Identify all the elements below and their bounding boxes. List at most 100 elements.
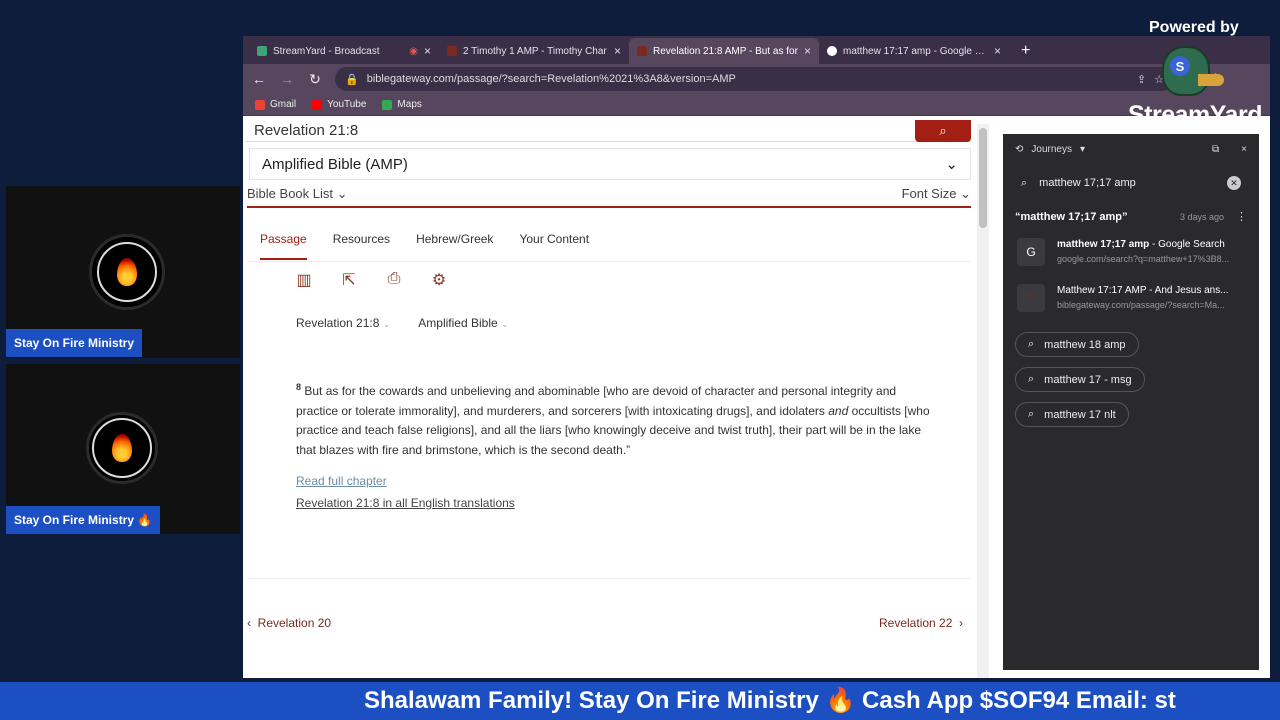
web-page: Revelation 21:8 ⌕ Amplified Bible (AMP) … xyxy=(243,116,989,678)
settings-icon[interactable]: ⚙ xyxy=(430,270,448,290)
related-search-chip[interactable]: ⌕ matthew 17 - msg xyxy=(1015,367,1145,392)
chevron-down-icon[interactable]: ▾ xyxy=(1080,144,1204,155)
close-icon[interactable]: × xyxy=(1241,144,1247,155)
avatar xyxy=(86,412,158,484)
back-icon[interactable]: ← xyxy=(251,71,267,87)
tab-title: Revelation 21:8 AMP - But as for xyxy=(653,45,798,57)
tab-revelation[interactable]: Revelation 21:8 AMP - But as for × xyxy=(629,38,819,64)
bookmark-label: Maps xyxy=(397,99,422,110)
version-select[interactable]: Amplified Bible (AMP) ⌄ xyxy=(249,148,971,180)
reference-bar: Revelation 21:8 ⌄ Amplified Bible ⌄ xyxy=(296,316,509,330)
tab-resources[interactable]: Resources xyxy=(333,218,390,260)
passage-search: Revelation 21:8 ⌕ xyxy=(245,119,971,142)
chip-label: matthew 17 - msg xyxy=(1044,373,1132,386)
verse-text: 8 But as for the cowards and unbelieving… xyxy=(296,378,936,460)
reference-version[interactable]: Amplified Bible ⌄ xyxy=(418,316,508,330)
clear-icon[interactable]: ✕ xyxy=(1227,176,1241,190)
chevron-down-icon: ⌄ xyxy=(945,156,958,173)
prev-chapter-link[interactable]: ‹ Revelation 20 xyxy=(247,616,331,630)
tab-title: matthew 17:17 amp - Google Sea xyxy=(843,45,988,57)
chevron-down-icon: ⌄ xyxy=(382,319,391,329)
font-size-button[interactable]: Font Size ⌄ xyxy=(902,186,971,202)
participant-name: Stay On Fire Ministry xyxy=(6,329,143,357)
verse-number: 8 xyxy=(296,382,302,392)
tab-title: StreamYard - Broadcast xyxy=(273,45,380,57)
close-icon[interactable]: × xyxy=(424,44,431,58)
new-tab-button[interactable]: + xyxy=(1021,42,1030,64)
search-button[interactable]: ⌕ xyxy=(915,119,971,142)
journey-search[interactable]: ⌕ matthew 17;17 amp ✕ xyxy=(1013,170,1249,196)
search-icon: ⌕ xyxy=(939,122,947,138)
reference-version-label: Amplified Bible xyxy=(418,316,498,330)
verse-italic: and xyxy=(828,403,849,418)
reference-passage-label: Revelation 21:8 xyxy=(296,316,380,330)
chip-label: matthew 18 amp xyxy=(1044,338,1126,351)
related-search-chip[interactable]: ⌕ matthew 17 nlt xyxy=(1015,402,1129,427)
flame-logo-icon xyxy=(112,434,132,462)
prev-chapter-label: Revelation 20 xyxy=(257,616,332,630)
bookmarks-bar: Gmail YouTube Maps xyxy=(243,94,1270,116)
journey-search-input[interactable]: matthew 17;17 amp xyxy=(1039,177,1215,189)
biblegateway-icon xyxy=(447,46,457,56)
chip-label: matthew 17 nlt xyxy=(1044,408,1116,421)
close-icon[interactable]: × xyxy=(994,44,1001,58)
bookmark-maps[interactable]: Maps xyxy=(382,99,422,110)
panel-header: ⟲ Journeys ▾ ⧉ × xyxy=(1003,134,1259,164)
avatar xyxy=(89,234,165,310)
gmail-icon xyxy=(255,99,265,110)
tab-your-content[interactable]: Your Content xyxy=(519,218,589,260)
participant-tile: Stay On Fire Ministry 🔥 xyxy=(6,364,240,534)
search-icon: ⌕ xyxy=(1028,373,1035,385)
google-icon xyxy=(827,46,837,56)
tab-title: 2 Timothy 1 AMP - Timothy Char xyxy=(463,45,607,57)
share-icon[interactable]: ⇪ xyxy=(1137,73,1146,86)
bookmark-label: Gmail xyxy=(270,99,297,110)
search-icon: ⌕ xyxy=(1028,408,1035,420)
journey-result[interactable]: G matthew 17;17 amp - Google Search goog… xyxy=(1003,229,1259,275)
open-in-new-icon[interactable]: ⧉ xyxy=(1212,144,1219,155)
all-translations-link[interactable]: Revelation 21:8 in all English translati… xyxy=(296,496,515,510)
page-scrollbar[interactable] xyxy=(977,124,989,678)
next-chapter-link[interactable]: Revelation 22 › xyxy=(879,616,963,630)
passage-search-input[interactable]: Revelation 21:8 xyxy=(245,122,915,139)
tab-google[interactable]: matthew 17:17 amp - Google Sea × xyxy=(819,38,1009,64)
result-title-rest: - Google Search xyxy=(1149,239,1225,250)
close-icon[interactable]: × xyxy=(804,44,811,58)
tab-hebrew-greek[interactable]: Hebrew/Greek xyxy=(416,218,493,260)
share-icon[interactable]: ⇱ xyxy=(340,270,358,290)
reload-icon[interactable]: ↻ xyxy=(307,71,323,88)
biblegateway-icon xyxy=(637,46,647,56)
bookmark-gmail[interactable]: Gmail xyxy=(255,99,296,110)
divider xyxy=(247,578,971,579)
biblegateway-icon: ◠ xyxy=(1017,284,1045,312)
browser-toolbar: ← → ↻ 🔒 biblegateway.com/passage/?search… xyxy=(243,64,1270,94)
journey-time: 3 days ago xyxy=(1179,211,1224,222)
maps-icon xyxy=(382,99,393,110)
panel-title[interactable]: Journeys xyxy=(1031,144,1072,155)
related-search-chip[interactable]: ⌕ matthew 18 amp xyxy=(1015,332,1139,357)
streamyard-wordmark: StreamYard xyxy=(1128,101,1262,129)
tab-streamyard[interactable]: StreamYard - Broadcast ◉ × xyxy=(249,38,439,64)
tab-passage[interactable]: Passage xyxy=(260,218,307,260)
address-bar[interactable]: 🔒 biblegateway.com/passage/?search=Revel… xyxy=(335,67,1175,91)
journeys-panel: ⟲ Journeys ▾ ⧉ × ⌕ matthew 17;17 amp ✕ “… xyxy=(1003,134,1259,670)
read-full-chapter-link[interactable]: Read full chapter xyxy=(296,474,387,488)
streamyard-icon xyxy=(257,46,267,56)
reference-passage[interactable]: Revelation 21:8 ⌄ xyxy=(296,316,390,330)
recording-icon: ◉ xyxy=(409,45,418,57)
parallel-icon[interactable]: ▥ xyxy=(295,270,313,290)
print-icon[interactable]: ⎙ xyxy=(385,270,403,290)
participant-name: Stay On Fire Ministry 🔥 xyxy=(6,506,161,534)
journey-result[interactable]: ◠ Matthew 17:17 AMP - And Jesus ans... b… xyxy=(1003,275,1259,321)
passage-tabs: Passage Resources Hebrew/Greek Your Cont… xyxy=(247,216,971,262)
more-icon[interactable]: ⋮ xyxy=(1236,210,1247,223)
forward-icon[interactable]: → xyxy=(279,71,295,87)
scrollbar-thumb[interactable] xyxy=(979,128,987,228)
browser-window: StreamYard - Broadcast ◉ × 2 Timothy 1 A… xyxy=(243,36,1270,678)
result-url: biblegateway.com/passage/?search=Ma... xyxy=(1057,300,1225,310)
close-icon[interactable]: × xyxy=(614,44,621,58)
tab-timothy[interactable]: 2 Timothy 1 AMP - Timothy Char × xyxy=(439,38,629,64)
lock-icon: 🔒 xyxy=(345,73,359,86)
book-list-button[interactable]: Bible Book List ⌄ xyxy=(247,186,902,202)
bookmark-youtube[interactable]: YouTube xyxy=(312,99,366,110)
